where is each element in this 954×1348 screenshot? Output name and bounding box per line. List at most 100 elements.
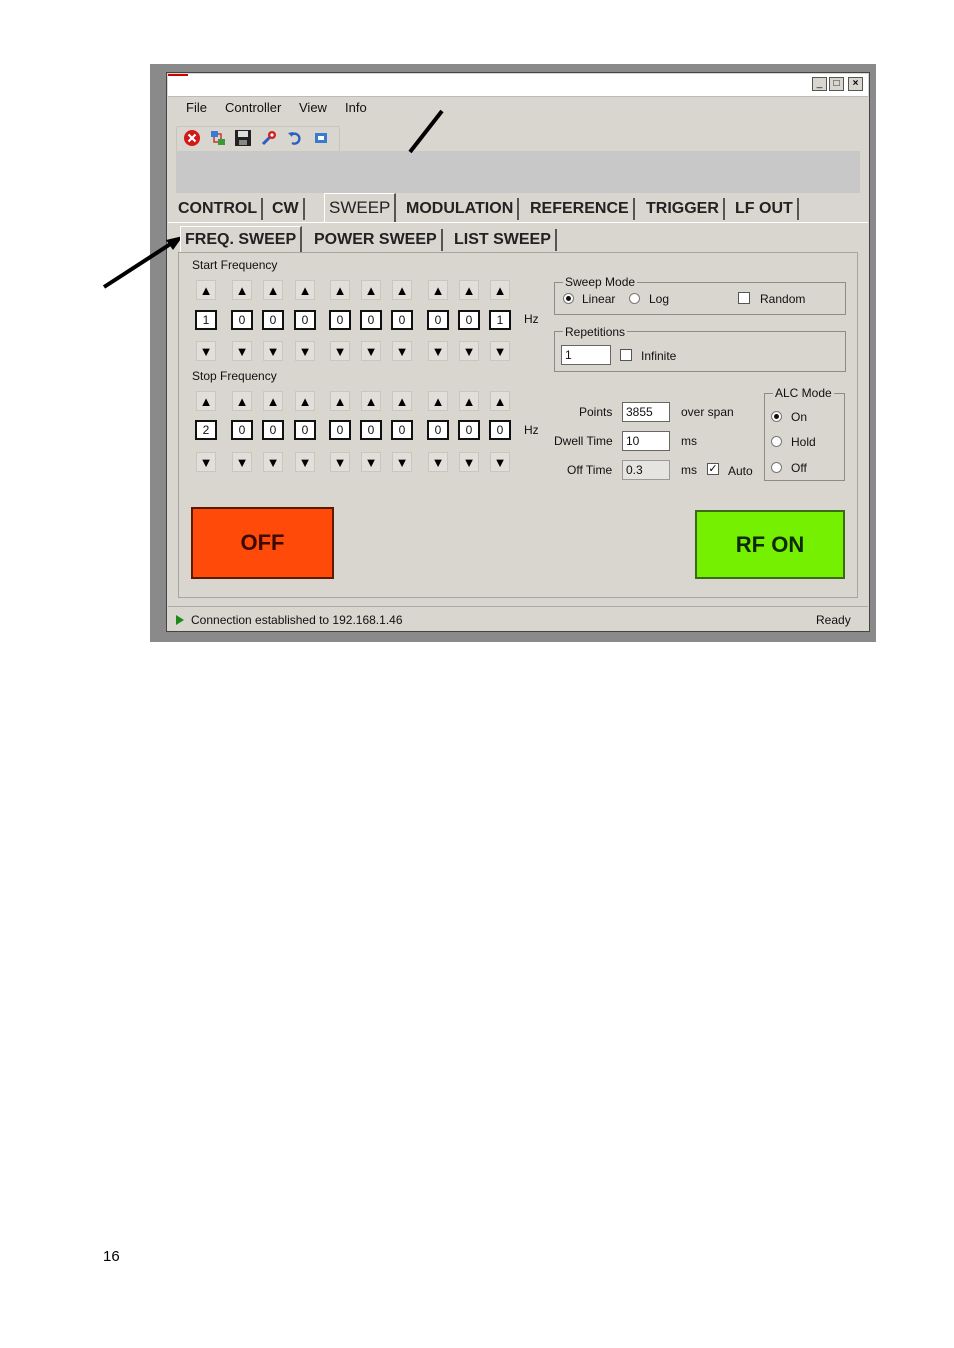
digit-up-arrow-button[interactable]: ▲	[295, 280, 315, 300]
alc-off-label: Off	[791, 461, 807, 475]
frequency-digit[interactable]: 0	[391, 310, 413, 330]
frequency-digit[interactable]: 0	[489, 420, 511, 440]
digit-down-arrow-button[interactable]: ▼	[361, 341, 381, 361]
digit-up-arrow-button[interactable]: ▲	[361, 391, 381, 411]
digit-down-arrow-button[interactable]: ▼	[232, 452, 252, 472]
digit-up-arrow-button[interactable]: ▲	[459, 391, 479, 411]
digit-up-arrow-button[interactable]: ▲	[232, 391, 252, 411]
digit-up-arrow-button[interactable]: ▲	[330, 280, 350, 300]
tab-modulation[interactable]: MODULATION	[402, 198, 520, 220]
digit-down-arrow-button[interactable]: ▼	[428, 341, 448, 361]
digit-down-arrow-button[interactable]: ▼	[232, 341, 252, 361]
status-play-icon	[176, 614, 184, 628]
sweep-mode-title: Sweep Mode	[563, 275, 638, 289]
alc-on-radio[interactable]	[771, 411, 782, 422]
frequency-digit[interactable]: 0	[262, 420, 284, 440]
digit-down-arrow-button[interactable]: ▼	[490, 452, 510, 472]
digit-down-arrow-button[interactable]: ▼	[263, 452, 283, 472]
digit-down-arrow-button[interactable]: ▼	[295, 452, 315, 472]
digit-down-arrow-button[interactable]: ▼	[490, 341, 510, 361]
frequency-digit[interactable]: 0	[329, 310, 351, 330]
auto-checkbox[interactable]: ✓	[707, 463, 719, 475]
infinite-checkbox[interactable]	[620, 349, 632, 361]
digit-up-arrow-button[interactable]: ▲	[459, 280, 479, 300]
points-input[interactable]: 3855	[622, 402, 670, 422]
frequency-digit[interactable]: 0	[231, 310, 253, 330]
frequency-digit[interactable]: 2	[195, 420, 217, 440]
tab-lf-out[interactable]: LF OUT	[731, 198, 799, 220]
sweep-mode-linear-radio[interactable]	[563, 293, 574, 304]
tab-sweep[interactable]: SWEEP	[324, 193, 397, 222]
tab-freq-sweep[interactable]: FREQ. SWEEP	[180, 226, 303, 253]
frequency-digit[interactable]: 1	[195, 310, 217, 330]
digit-down-arrow-button[interactable]: ▼	[459, 452, 479, 472]
stop-frequency-unit: Hz	[524, 423, 539, 437]
digit-up-arrow-button[interactable]: ▲	[263, 280, 283, 300]
digit-up-arrow-button[interactable]: ▲	[361, 280, 381, 300]
dwell-time-input[interactable]: 10	[622, 431, 670, 451]
points-label: Points	[579, 405, 613, 419]
digit-up-arrow-button[interactable]: ▲	[428, 280, 448, 300]
off-time-unit: ms	[681, 463, 697, 477]
digit-up-arrow-button[interactable]: ▲	[392, 280, 412, 300]
frequency-digit[interactable]: 0	[294, 310, 316, 330]
tab-list-sweep[interactable]: LIST SWEEP	[450, 229, 557, 251]
tab-power-sweep[interactable]: POWER SWEEP	[310, 229, 443, 251]
digit-up-arrow-button[interactable]: ▲	[196, 280, 216, 300]
digit-down-arrow-button[interactable]: ▼	[196, 341, 216, 361]
digit-up-arrow-button[interactable]: ▲	[330, 391, 350, 411]
random-label: Random	[760, 292, 806, 306]
digit-down-arrow-button[interactable]: ▼	[428, 452, 448, 472]
sweep-mode-linear-label: Linear	[582, 292, 616, 306]
alc-off-radio[interactable]	[771, 462, 782, 473]
digit-down-arrow-button[interactable]: ▼	[459, 341, 479, 361]
rf-on-button[interactable]: RF ON	[695, 510, 845, 579]
frequency-digit[interactable]: 1	[489, 310, 511, 330]
frequency-digit[interactable]: 0	[391, 420, 413, 440]
tab-reference[interactable]: REFERENCE	[526, 198, 635, 220]
digit-down-arrow-button[interactable]: ▼	[263, 341, 283, 361]
digit-down-arrow-button[interactable]: ▼	[330, 341, 350, 361]
dwell-time-unit: ms	[681, 434, 697, 448]
annotation-line-top	[408, 109, 444, 154]
frequency-digit[interactable]: 0	[360, 310, 382, 330]
digit-down-arrow-button[interactable]: ▼	[330, 452, 350, 472]
dwell-time-label: Dwell Time	[554, 434, 613, 448]
frequency-digit[interactable]: 0	[458, 420, 480, 440]
frequency-digit[interactable]: 0	[427, 310, 449, 330]
digit-up-arrow-button[interactable]: ▲	[196, 391, 216, 411]
frequency-digit[interactable]: 0	[329, 420, 351, 440]
off-button[interactable]: OFF	[191, 507, 334, 579]
annotation-line-left	[102, 241, 174, 289]
frequency-digit[interactable]: 0	[427, 420, 449, 440]
digit-up-arrow-button[interactable]: ▲	[392, 391, 412, 411]
digit-down-arrow-button[interactable]: ▼	[392, 341, 412, 361]
repetitions-input[interactable]: 1	[561, 345, 611, 365]
tab-cw[interactable]: CW	[268, 198, 305, 220]
digit-down-arrow-button[interactable]: ▼	[361, 452, 381, 472]
status-message: Connection established to 192.168.1.46	[191, 613, 403, 627]
digit-down-arrow-button[interactable]: ▼	[196, 452, 216, 472]
frequency-digit[interactable]: 0	[231, 420, 253, 440]
tab-trigger[interactable]: TRIGGER	[642, 198, 725, 220]
tab-control[interactable]: CONTROL	[174, 198, 264, 220]
digit-down-arrow-button[interactable]: ▼	[392, 452, 412, 472]
alc-hold-radio[interactable]	[771, 436, 782, 447]
digit-up-arrow-button[interactable]: ▲	[490, 391, 510, 411]
sweep-mode-log-label: Log	[649, 292, 670, 306]
frequency-digit[interactable]: 0	[458, 310, 480, 330]
points-suffix: over span	[681, 405, 734, 419]
sweep-mode-log-radio[interactable]	[629, 293, 640, 304]
frequency-digit[interactable]: 0	[294, 420, 316, 440]
frequency-digit[interactable]: 0	[360, 420, 382, 440]
digit-up-arrow-button[interactable]: ▲	[490, 280, 510, 300]
random-checkbox[interactable]	[738, 292, 750, 304]
frequency-digit[interactable]: 0	[262, 310, 284, 330]
off-time-input[interactable]: 0.3	[622, 460, 670, 480]
digit-down-arrow-button[interactable]: ▼	[295, 341, 315, 361]
digit-up-arrow-button[interactable]: ▲	[232, 280, 252, 300]
tab-divider	[168, 222, 868, 223]
digit-up-arrow-button[interactable]: ▲	[428, 391, 448, 411]
digit-up-arrow-button[interactable]: ▲	[295, 391, 315, 411]
digit-up-arrow-button[interactable]: ▲	[263, 391, 283, 411]
